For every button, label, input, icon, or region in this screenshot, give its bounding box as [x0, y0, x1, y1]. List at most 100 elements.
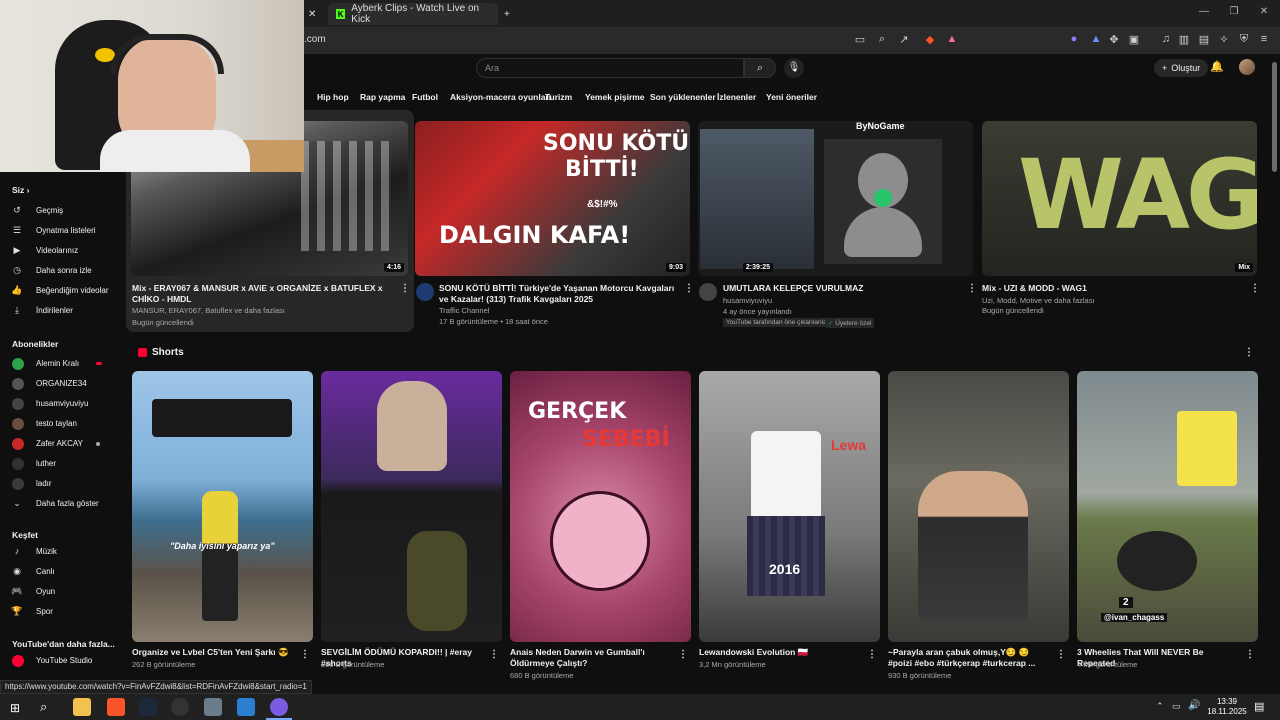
sidebar-item-liked[interactable]: 👍 Beğendiğim videolar [0, 282, 120, 300]
app-icon[interactable] [270, 698, 288, 716]
chip[interactable]: Rap yapma [354, 88, 411, 106]
new-tab-button[interactable]: + [496, 3, 518, 25]
sidebar-sub[interactable]: ladır [0, 475, 120, 493]
more-options-icon[interactable]: ⋮ [967, 283, 977, 294]
video-title[interactable]: Mix - UZI & MODD - WAG1 [982, 283, 1242, 294]
more-options-icon[interactable]: ⋮ [1245, 649, 1255, 660]
notification-icon[interactable]: ▤ [1254, 700, 1264, 713]
search-button[interactable]: ⌕ [744, 58, 776, 78]
search-icon[interactable]: ⌕ [40, 699, 47, 715]
short-thumbnail[interactable]: Lewa 2016 [699, 371, 880, 642]
video-title[interactable]: SONU KÖTÜ BİTTİ! Türkiye'de Yaşanan Moto… [439, 283, 679, 305]
maximize-icon[interactable]: ❐ [1220, 6, 1248, 17]
video-title[interactable]: Mix - ERAY067 & MANSUR x AViE x ORGANİZE… [132, 283, 392, 305]
brave-browser-icon[interactable] [107, 698, 125, 716]
video-channel[interactable]: husamviyuviyu [723, 296, 772, 306]
sidebar-sub[interactable]: ORGANIZE34 [0, 375, 120, 393]
sidebar-item-your-videos[interactable]: ▶ Videolarınız [0, 242, 120, 260]
extension-icon[interactable]: ● [1066, 33, 1082, 45]
create-button[interactable]: + Oluştur [1154, 59, 1209, 77]
chip[interactable]: Yemek pişirme [579, 88, 651, 106]
video-channel[interactable]: Traffic Channel [439, 306, 489, 316]
microphone-icon[interactable]: 🎙 [784, 58, 804, 78]
search-input[interactable]: Ara [476, 58, 744, 78]
tray-chevron-icon[interactable]: ⌃ [1156, 701, 1164, 712]
extensions-icon[interactable]: ✥ [1106, 33, 1122, 46]
more-options-icon[interactable]: ⋮ [867, 649, 877, 660]
sidebar-item-watch-later[interactable]: ◷ Daha sonra izle [0, 262, 120, 280]
page-scrollbar[interactable] [1272, 62, 1277, 172]
network-icon[interactable]: ▭ [1172, 701, 1181, 712]
app-icon[interactable] [237, 698, 255, 716]
sidebar-item-music[interactable]: ♪ Müzik [0, 543, 120, 561]
app-icon[interactable] [204, 698, 222, 716]
steam-icon[interactable] [139, 698, 157, 716]
short-thumbnail[interactable]: GERÇEK SEBEBİ [510, 371, 691, 642]
short-title[interactable]: Anais Neden Darwin ve Gumball'ı Öldürmey… [510, 647, 670, 669]
chip[interactable]: Turizm [539, 88, 578, 106]
chip[interactable]: İzlenenler [711, 88, 762, 106]
url-field[interactable]: .com [304, 34, 326, 45]
screenshot-icon[interactable]: ▣ [1126, 33, 1142, 46]
sidebar-sub[interactable]: husamviyuviyu [0, 395, 120, 413]
video-title[interactable]: UMUTLARA KELEPÇE VURULMAZ [723, 283, 963, 294]
short-title[interactable]: Organize ve Lvbel C5'ten Yeni Şarkı 😎 [132, 647, 292, 658]
video-channel[interactable]: MANSUR, ERAY067, Batuflex ve daha fazlas… [132, 306, 285, 316]
notifications-bell-icon[interactable]: 🔔 [1210, 60, 1224, 73]
media-icon[interactable]: ♫ [1158, 33, 1174, 45]
chip[interactable]: Futbol [406, 88, 444, 106]
sidebar-item-downloads[interactable]: ⤓ İndirilenler [0, 302, 120, 320]
short-thumbnail[interactable]: "Daha iyisini yaparız ya" [132, 371, 313, 642]
sidebar-item-playlists[interactable]: ☰ Oynatma listeleri [0, 222, 120, 240]
video-channel[interactable]: Uzi, Modd, Motive ve daha fazlası [982, 296, 1095, 306]
channel-avatar[interactable] [416, 283, 434, 301]
video-thumbnail[interactable]: SONU KÖTÜ BİTTİ! &$!#% DALGIN KAFA! 9:03 [415, 121, 690, 276]
obs-icon[interactable] [171, 698, 189, 716]
brave-rewards-icon[interactable]: ▲ [944, 33, 960, 45]
share-icon[interactable]: ↗ [896, 33, 912, 46]
short-thumbnail[interactable]: 2 @ivan_chagass [1077, 371, 1258, 642]
sidebar-icon[interactable]: ▥ [1176, 33, 1192, 46]
clock-time[interactable]: 13:39 [1206, 697, 1248, 706]
chip[interactable]: Yeni öneriler [760, 88, 823, 106]
more-options-icon[interactable]: ⋮ [489, 649, 499, 660]
channel-avatar[interactable] [699, 283, 717, 301]
sidebar-you-heading[interactable]: Siz › [12, 185, 29, 195]
sidebar-show-more[interactable]: ⌄ Daha fazla göster [0, 495, 120, 513]
video-thumbnail[interactable]: WAG1 Mix [982, 121, 1257, 276]
short-title[interactable]: ~Parayla aran çabuk olmuş,Y😏 😏 #poizi #e… [888, 647, 1048, 669]
more-options-icon[interactable]: ⋮ [1250, 283, 1260, 294]
wallet-icon[interactable]: ▤ [1196, 33, 1212, 46]
windows-start-icon[interactable]: ⊞ [10, 701, 20, 715]
short-thumbnail[interactable] [321, 371, 502, 642]
clock-date[interactable]: 18.11.2025 [1202, 707, 1252, 716]
more-options-icon[interactable]: ⋮ [1244, 347, 1254, 358]
zoom-icon[interactable]: ⌕ [874, 33, 890, 46]
tab-active[interactable]: K Ayberk Clips - Watch Live on Kick [328, 3, 498, 25]
video-thumbnail[interactable]: ByNoGame 2:39:25 [698, 121, 973, 276]
cast-icon[interactable]: ▭ [852, 33, 868, 46]
more-options-icon[interactable]: ⋮ [1056, 649, 1066, 660]
sidebar-sub[interactable]: luther [0, 455, 120, 473]
short-title[interactable]: Lewandowski Evolution 🇵🇱 [699, 647, 859, 658]
file-explorer-icon[interactable] [73, 698, 91, 716]
minimize-icon[interactable]: — [1190, 6, 1218, 17]
more-options-icon[interactable]: ⋮ [684, 283, 694, 294]
leo-ai-icon[interactable]: ✧ [1216, 33, 1232, 46]
close-window-icon[interactable]: ✕ [1250, 6, 1278, 17]
brave-shield-icon[interactable]: ◆ [922, 33, 938, 46]
vpn-icon[interactable]: ⛨ [1236, 33, 1252, 46]
sidebar-subscriptions-heading[interactable]: Abonelikler [12, 339, 58, 349]
short-thumbnail[interactable] [888, 371, 1069, 642]
volume-icon[interactable]: 🔊 [1188, 700, 1200, 711]
more-options-icon[interactable]: ⋮ [678, 649, 688, 660]
chip[interactable]: Hip hop [311, 88, 355, 106]
sidebar-sub[interactable]: Alemin Kralı [0, 355, 120, 373]
extension-icon[interactable]: ▲ [1088, 33, 1104, 45]
sidebar-item-sports[interactable]: 🏆 Spor [0, 603, 120, 621]
sidebar-sub[interactable]: testo taylan [0, 415, 120, 433]
sidebar-item-history[interactable]: ↺ Geçmiş [0, 202, 120, 220]
avatar[interactable] [1239, 59, 1255, 75]
more-options-icon[interactable]: ⋮ [300, 649, 310, 660]
sidebar-item-live[interactable]: ◉ Canlı [0, 563, 120, 581]
